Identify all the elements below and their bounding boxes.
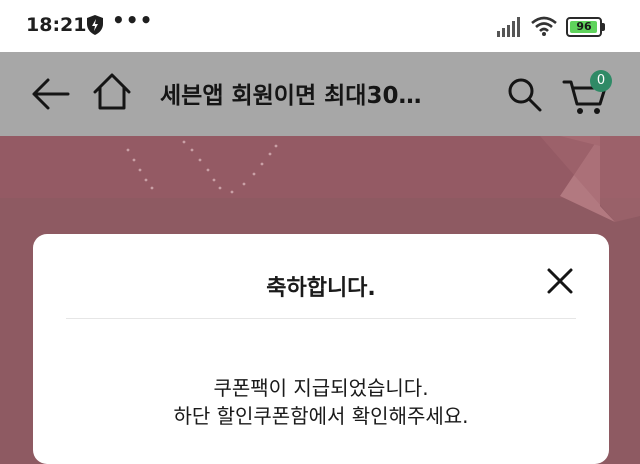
dialog-divider [66,318,576,319]
battery-level: 96 [576,20,592,33]
shield-bolt-icon [87,15,103,35]
cellular-signal-icon [497,17,520,37]
wifi-icon [531,16,557,36]
page-title: 세븐앱 회원이면 최대30… [160,83,422,109]
back-arrow-icon[interactable] [28,74,72,114]
dialog-title: 축하합니다. [266,276,376,301]
dialog-message-line-1: 쿠폰팩이 지급되었습니다. [213,376,429,400]
more-notifications-indicator: ••• [112,8,154,32]
close-icon[interactable] [545,266,575,296]
envelope-illustration [126,136,640,222]
coupon-dialog: 축하합니다. 쿠폰팩이 지급되었습니다. 하단 할인쿠폰함에서 확인해주세요. [33,234,609,464]
home-icon[interactable] [90,70,134,114]
cart-count-badge: 0 [590,70,612,92]
cart-button[interactable]: 0 [562,70,612,118]
battery-icon: 96 [566,17,605,37]
search-icon[interactable] [504,74,544,114]
dialog-message-line-2: 하단 할인쿠폰함에서 확인해주세요. [173,404,469,428]
header-toolbar: 세븐앱 회원이면 최대30… 0 [0,52,640,136]
status-bar: 18:21 ••• 96 [0,0,640,52]
status-time: 18:21 [26,14,87,36]
